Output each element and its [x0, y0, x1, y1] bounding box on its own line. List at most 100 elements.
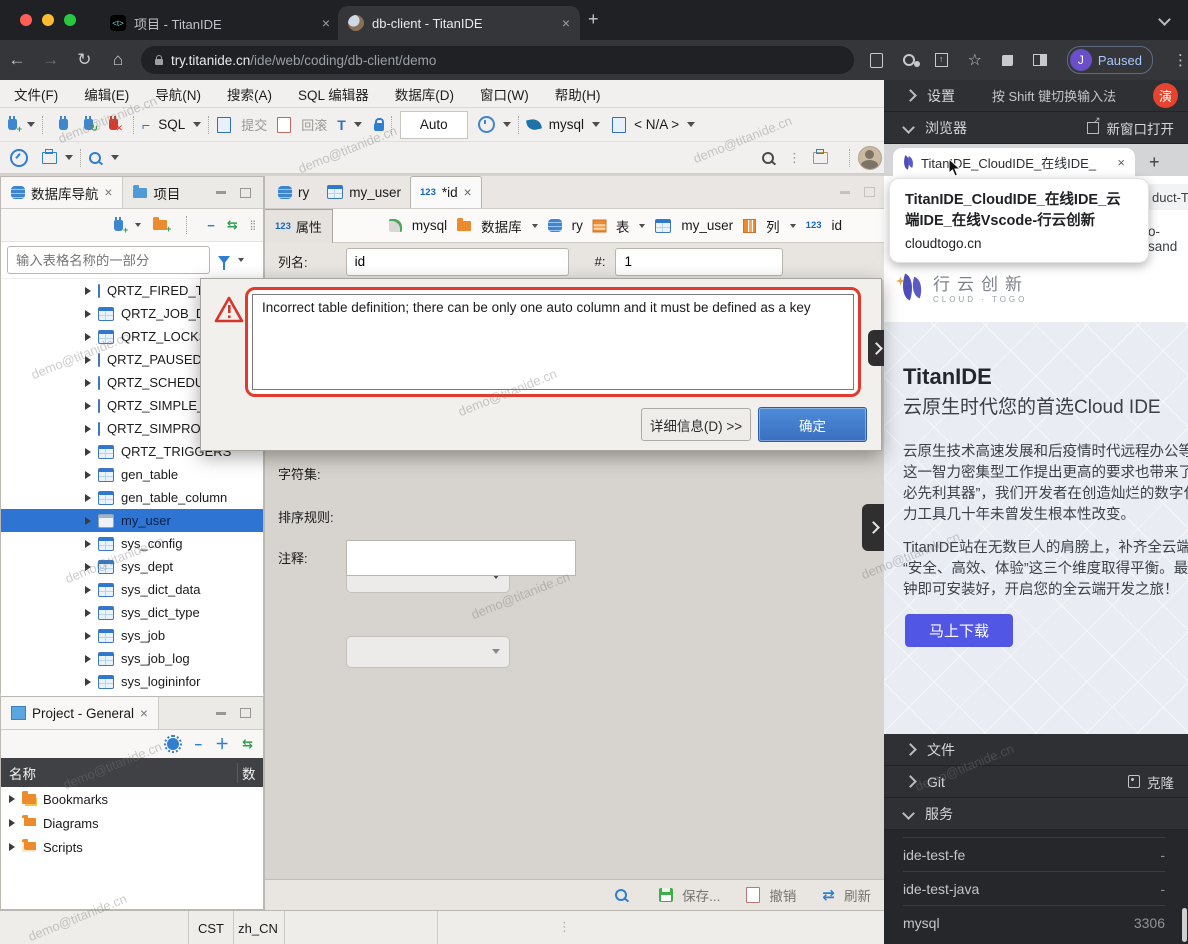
- download-button[interactable]: 马上下载: [905, 614, 1013, 647]
- details-button[interactable]: 详细信息(D) >>: [641, 408, 751, 441]
- user-avatar[interactable]: [858, 146, 882, 170]
- menu-database[interactable]: 数据库(D): [395, 84, 454, 104]
- breadcrumb-dropdown-icon[interactable]: [532, 224, 538, 228]
- reload-icon[interactable]: ↻: [67, 50, 101, 70]
- menu-sql-editor[interactable]: SQL 编辑器: [298, 84, 369, 104]
- ime-badge[interactable]: 演: [1153, 83, 1178, 108]
- refresh-button[interactable]: 刷新: [844, 885, 871, 905]
- search-dropdown-icon[interactable]: [111, 155, 119, 160]
- collapse-all-icon[interactable]: −: [207, 218, 215, 233]
- tree-item[interactable]: sys_logininfor: [1, 670, 263, 693]
- tree-item-selected[interactable]: my_user: [1, 509, 263, 532]
- nav-connection-dropdown-icon[interactable]: [135, 223, 141, 227]
- commit-button[interactable]: 提交: [241, 115, 267, 134]
- git-clone-icon[interactable]: [1128, 775, 1140, 788]
- service-row[interactable]: ide-test-java-: [903, 872, 1165, 906]
- side-panel-icon[interactable]: [1033, 54, 1047, 66]
- tree-item[interactable]: sys_config: [1, 532, 263, 555]
- undo-icon[interactable]: [746, 887, 760, 903]
- commit-mode-select[interactable]: Auto: [400, 111, 468, 139]
- key-icon[interactable]: [903, 54, 915, 66]
- service-row[interactable]: ide-test-fe-: [903, 838, 1165, 872]
- packages-dropdown-icon[interactable]: [65, 155, 73, 160]
- ok-button[interactable]: 确定: [758, 407, 867, 442]
- project-item-scripts[interactable]: Scripts: [1, 835, 263, 859]
- schema-icon[interactable]: [612, 117, 626, 133]
- close-icon[interactable]: ×: [140, 706, 148, 721]
- forward-icon[interactable]: →: [34, 50, 68, 70]
- sql-editor-icon[interactable]: ⌐: [142, 117, 150, 133]
- history-dropdown-icon[interactable]: [503, 122, 511, 127]
- breadcrumb-db-name[interactable]: ry: [572, 218, 583, 233]
- collapse-toggle[interactable]: [862, 504, 884, 551]
- services-section[interactable]: 服务: [925, 804, 953, 824]
- filter-funnel-icon[interactable]: [218, 256, 230, 264]
- clipboard-icon[interactable]: [870, 53, 883, 68]
- lock-toggle-icon[interactable]: [374, 123, 384, 131]
- colname-input[interactable]: [346, 248, 569, 276]
- extensions-puzzle-icon[interactable]: [1002, 55, 1013, 66]
- browser-tab-2[interactable]: db-client - TitanIDE ×: [338, 6, 580, 40]
- nav-new-connection-icon[interactable]: +: [114, 220, 123, 231]
- git-section[interactable]: Git: [927, 774, 945, 790]
- history-clock-icon[interactable]: [478, 116, 495, 133]
- breadcrumb-column-name[interactable]: id: [832, 218, 843, 233]
- sql-button[interactable]: SQL: [158, 117, 185, 132]
- editor-tab-id-active[interactable]: 123 *id ×: [410, 176, 482, 208]
- breadcrumb-driver[interactable]: mysql: [412, 218, 447, 233]
- link-editor-icon[interactable]: ⇆: [227, 217, 238, 233]
- tree-item[interactable]: sys_dict_type: [1, 601, 263, 624]
- tab-database-navigator[interactable]: 数据库导航 ×: [1, 177, 123, 208]
- browser-tab-1[interactable]: <t> 项目 - TitanIDE ×: [100, 6, 340, 40]
- menu-search[interactable]: 搜索(A): [227, 84, 272, 104]
- files-section[interactable]: 文件: [927, 740, 955, 760]
- quick-search-icon[interactable]: [762, 152, 774, 164]
- undo-button[interactable]: 撤销: [769, 885, 796, 905]
- minimize-icon[interactable]: [216, 191, 226, 194]
- transaction-dropdown-icon[interactable]: [354, 122, 362, 127]
- new-tab-button[interactable]: +: [588, 9, 599, 30]
- view-menu-icon[interactable]: ⁞⁞: [250, 218, 255, 233]
- editor-tab-my-user[interactable]: my_user: [318, 177, 410, 208]
- url-bar[interactable]: try.titanide.cn/ide/web/coding/db-client…: [141, 46, 854, 74]
- driver-select[interactable]: mysql: [549, 117, 584, 132]
- home-icon[interactable]: ⌂: [101, 50, 135, 70]
- maximize-icon[interactable]: [864, 187, 875, 197]
- tab-search-chevron-icon[interactable]: [1158, 13, 1171, 26]
- column-extra-header[interactable]: 数: [237, 763, 263, 783]
- transaction-icon[interactable]: T: [337, 117, 346, 133]
- traffic-zoom-button[interactable]: [64, 14, 76, 26]
- perspective-icon[interactable]: [813, 152, 828, 164]
- tree-item[interactable]: sys_dept: [1, 555, 263, 578]
- mini-browser-tab[interactable]: TitanIDE_CloudIDE_在线IDE_ ×: [893, 148, 1135, 176]
- mini-new-tab-button[interactable]: +: [1149, 152, 1160, 173]
- tab-projects[interactable]: 项目: [123, 177, 190, 208]
- statusbar-grip-icon[interactable]: ⋮: [558, 919, 571, 935]
- tree-item[interactable]: sys_job: [1, 624, 263, 647]
- traffic-close-button[interactable]: [20, 14, 32, 26]
- properties-subtab[interactable]: 123 属性: [265, 209, 333, 243]
- settings-gear-icon[interactable]: [164, 735, 182, 753]
- rollback-icon[interactable]: [277, 117, 291, 133]
- breadcrumb-table-name[interactable]: my_user: [681, 218, 733, 233]
- breadcrumb-column-word[interactable]: 列: [766, 216, 780, 236]
- breadcrumb-dropdown-icon[interactable]: [639, 224, 645, 228]
- commit-icon[interactable]: [217, 117, 231, 133]
- ordinal-input[interactable]: [615, 248, 783, 276]
- close-icon[interactable]: ×: [464, 185, 472, 200]
- tree-item[interactable]: gen_table: [1, 463, 263, 486]
- git-clone-button[interactable]: 克隆: [1147, 772, 1174, 792]
- settings-section[interactable]: 设置: [927, 86, 955, 106]
- menu-help[interactable]: 帮助(H): [555, 84, 601, 104]
- open-new-window-button[interactable]: 新窗口打开: [1107, 118, 1175, 138]
- tree-item[interactable]: gen_table_column: [1, 486, 263, 509]
- new-folder-icon[interactable]: +: [153, 220, 167, 230]
- breadcrumb-dropdown-icon[interactable]: [790, 224, 796, 228]
- tree-item[interactable]: sys_job_log: [1, 647, 263, 670]
- chrome-menu-icon[interactable]: ⋮: [1173, 51, 1188, 69]
- new-connection-icon[interactable]: +: [8, 119, 17, 130]
- table-filter-input[interactable]: [7, 246, 210, 274]
- project-item-diagrams[interactable]: Diagrams: [1, 811, 263, 835]
- menu-edit[interactable]: 编辑(E): [84, 84, 129, 104]
- packages-icon[interactable]: [42, 152, 57, 164]
